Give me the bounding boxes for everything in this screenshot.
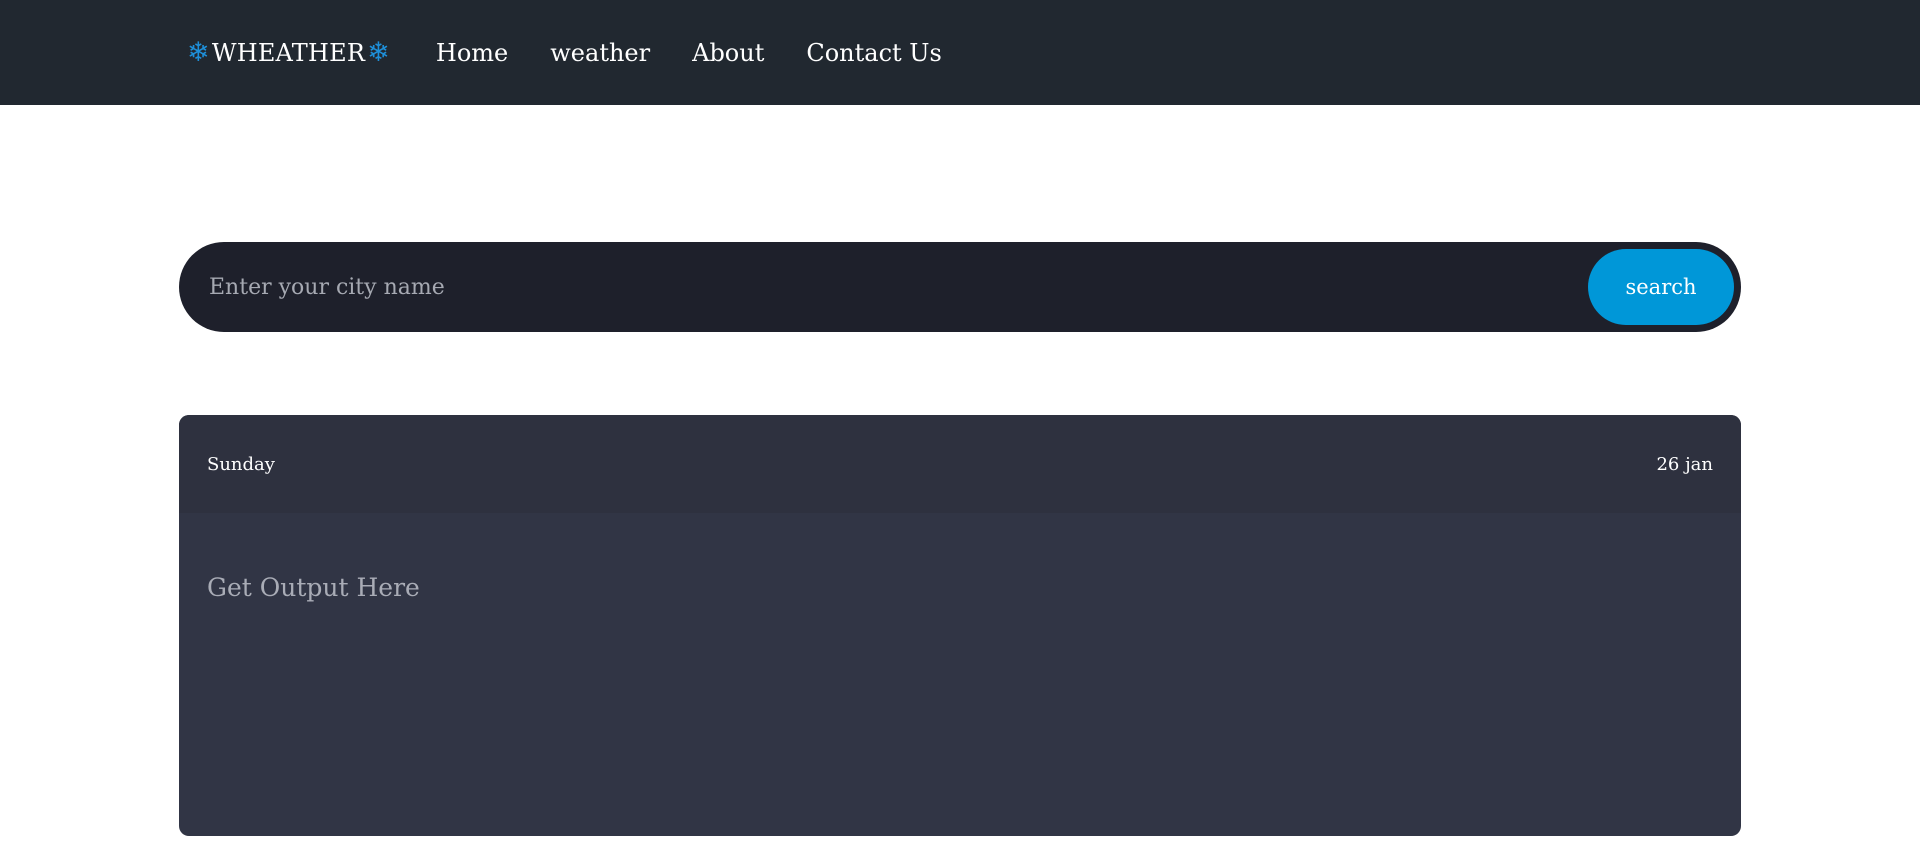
date-label: 26 jan <box>1656 453 1713 475</box>
day-label: Sunday <box>207 453 275 475</box>
search-bar: search <box>179 242 1741 332</box>
nav-link-weather[interactable]: weather <box>550 39 650 67</box>
card-header: Sunday 26 jan <box>179 415 1741 513</box>
brand-name: WHEATHER <box>211 38 366 67</box>
snowflake-icon: ❄ <box>367 37 390 68</box>
nav-link-about[interactable]: About <box>692 39 764 67</box>
city-search-input[interactable] <box>207 257 1588 317</box>
nav-links: Home weather About Contact Us <box>436 39 942 67</box>
card-body: Get Output Here <box>179 513 1741 602</box>
nav-link-contact-us[interactable]: Contact Us <box>806 39 941 67</box>
search-button[interactable]: search <box>1588 249 1734 325</box>
output-placeholder-text: Get Output Here <box>207 573 420 602</box>
navbar: ❄ WHEATHER ❄ Home weather About Contact … <box>0 0 1920 105</box>
snowflake-icon: ❄ <box>187 37 210 68</box>
brand-logo[interactable]: ❄ WHEATHER ❄ <box>187 39 390 67</box>
nav-link-home[interactable]: Home <box>436 39 508 67</box>
weather-output-card: Sunday 26 jan Get Output Here <box>179 415 1741 836</box>
